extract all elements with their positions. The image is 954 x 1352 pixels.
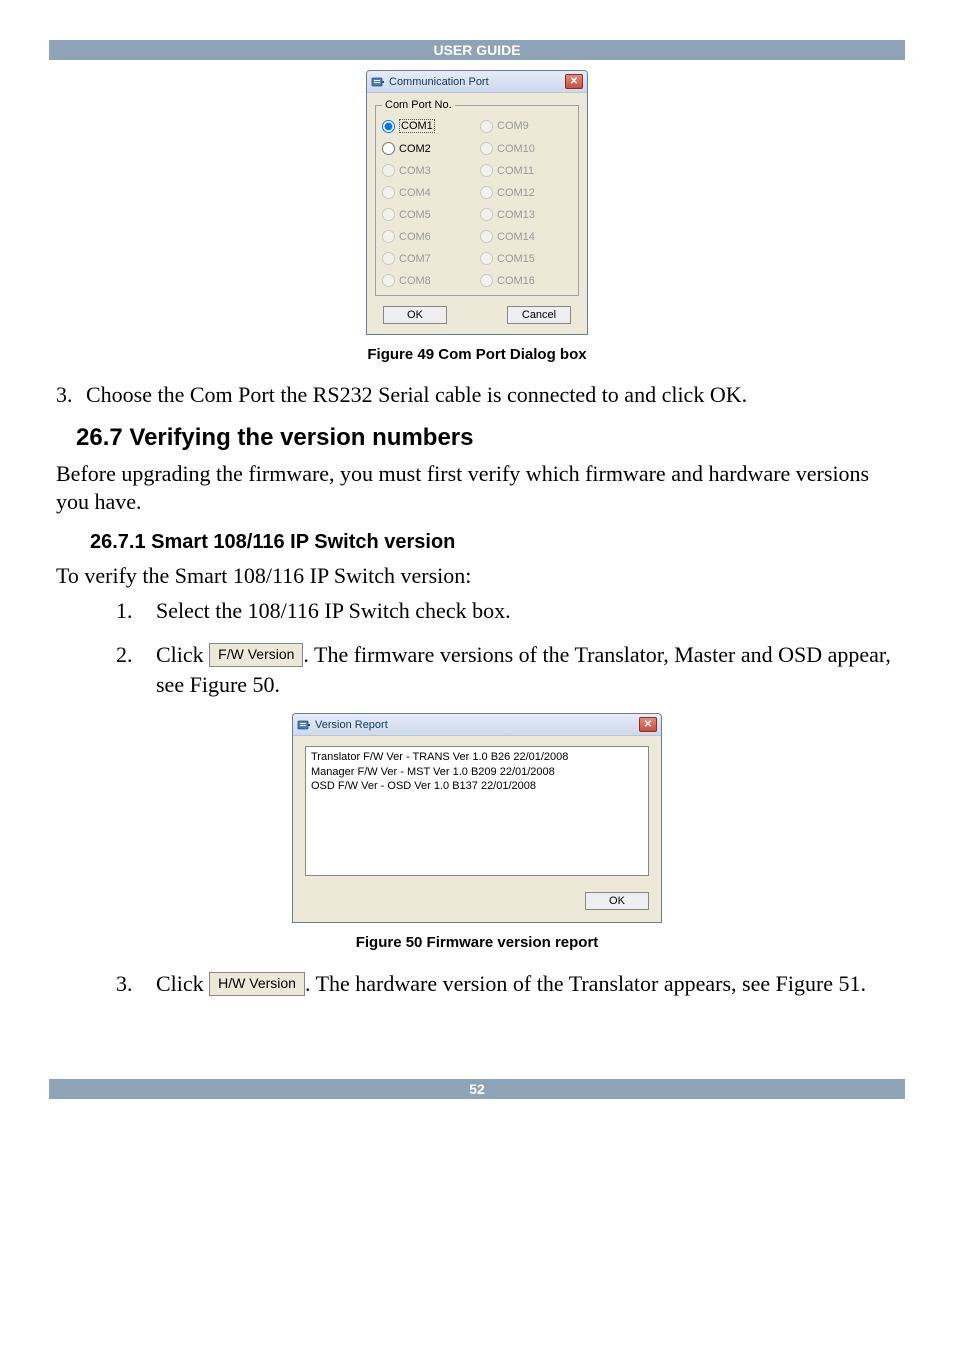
version-text-area: Translator F/W Ver - TRANS Ver 1.0 B26 2… <box>305 746 649 876</box>
comport-label: COM5 <box>399 209 431 221</box>
comport-radio-com13: COM13 <box>480 208 572 221</box>
text-fragment: Click <box>156 642 209 667</box>
comport-radio-input <box>382 252 395 265</box>
comport-label: COM11 <box>497 165 534 177</box>
comport-label: COM6 <box>399 231 431 243</box>
comport-radio-com6: COM6 <box>382 230 474 243</box>
comport-label: COM3 <box>399 165 431 177</box>
comport-radio-com2[interactable]: COM2 <box>382 142 474 155</box>
comport-label: COM8 <box>399 275 431 287</box>
page-header: USER GUIDE <box>49 40 905 60</box>
comport-radio-input[interactable] <box>382 120 395 133</box>
section-heading-26-7: 26.7 Verifying the version numbers <box>76 424 898 452</box>
comport-radio-com4: COM4 <box>382 186 474 199</box>
comport-radio-input[interactable] <box>382 142 395 155</box>
list-item-text: Click H/W Version. The hardware version … <box>156 969 866 999</box>
ok-button[interactable]: OK <box>383 306 447 324</box>
comport-radio-input <box>480 230 493 243</box>
figure-caption-49: Figure 49 Com Port Dialog box <box>56 346 898 363</box>
comport-label: COM2 <box>399 143 431 155</box>
comport-label: COM16 <box>497 275 535 287</box>
comport-radio-input <box>480 142 493 155</box>
dialog-title: Version Report <box>315 719 635 731</box>
comport-label: COM13 <box>497 209 535 221</box>
comport-label: COM1 <box>399 119 435 133</box>
comport-radio-com11: COM11 <box>480 164 572 177</box>
figure-caption-50: Figure 50 Firmware version report <box>56 934 898 951</box>
comport-radio-input <box>480 120 493 133</box>
comport-dialog: Communication Port ✕ Com Port No. COM1 CO… <box>366 70 588 335</box>
comport-radio-com9: COM9 <box>480 119 572 133</box>
comport-radio-com16: COM16 <box>480 274 572 287</box>
comport-radio-com7: COM7 <box>382 252 474 265</box>
comport-label: COM4 <box>399 187 431 199</box>
close-icon[interactable]: ✕ <box>639 717 657 732</box>
list-number: 3. <box>56 381 76 410</box>
comport-radio-com14: COM14 <box>480 230 572 243</box>
dialog-title: Communication Port <box>389 76 561 88</box>
comport-radio-com10: COM10 <box>480 142 572 155</box>
app-icon <box>297 718 311 732</box>
comport-radio-input <box>382 186 395 199</box>
list-number: 2. <box>116 640 138 670</box>
comport-radio-com3: COM3 <box>382 164 474 177</box>
text-fragment: Click <box>156 971 209 996</box>
comport-label: COM15 <box>497 253 535 265</box>
fw-version-button[interactable]: F/W Version <box>209 643 303 667</box>
comport-radio-com1[interactable]: COM1 <box>382 119 474 133</box>
list-item-text: Click F/W Version. The firmware versions… <box>156 640 898 699</box>
app-icon <box>371 75 385 89</box>
dialog-titlebar: Communication Port ✕ <box>367 71 587 93</box>
body-text: To verify the Smart 108/116 IP Switch ve… <box>56 562 898 591</box>
comport-radio-com8: COM8 <box>382 274 474 287</box>
version-report-dialog: Version Report ✕ Translator F/W Ver - TR… <box>292 713 662 923</box>
comport-label: COM12 <box>497 187 535 199</box>
page-footer: 52 <box>49 1079 905 1099</box>
cancel-button[interactable]: Cancel <box>507 306 571 324</box>
comport-radio-input <box>382 274 395 287</box>
comport-group: Com Port No. COM1 COM9 COM2 COM10 COM3 COM11 C… <box>375 99 579 296</box>
comport-radio-input <box>480 252 493 265</box>
comport-label: COM7 <box>399 253 431 265</box>
comport-label: COM14 <box>497 231 535 243</box>
list-number: 1. <box>116 596 138 626</box>
list-number: 3. <box>116 969 138 999</box>
comport-radio-input <box>382 164 395 177</box>
body-text: Choose the Com Port the RS232 Serial cab… <box>86 381 747 410</box>
comport-label: COM10 <box>497 143 535 155</box>
close-icon[interactable]: ✕ <box>565 74 583 89</box>
section-heading-26-7-1: 26.7.1 Smart 108/116 IP Switch version <box>90 531 898 554</box>
comport-radio-com15: COM15 <box>480 252 572 265</box>
text-fragment: . The hardware version of the Translator… <box>305 971 866 996</box>
comport-radio-input <box>382 230 395 243</box>
comport-radio-input <box>480 164 493 177</box>
comport-label: COM9 <box>497 120 529 132</box>
hw-version-button[interactable]: H/W Version <box>209 972 305 996</box>
comport-radio-com5: COM5 <box>382 208 474 221</box>
body-text: Before upgrading the firmware, you must … <box>56 460 898 517</box>
dialog-titlebar: Version Report ✕ <box>293 714 661 736</box>
list-item-text: Select the 108/116 IP Switch check box. <box>156 596 511 626</box>
comport-radio-input <box>480 274 493 287</box>
comport-radio-input <box>480 186 493 199</box>
comport-radio-com12: COM12 <box>480 186 572 199</box>
comport-group-label: Com Port No. <box>382 99 455 111</box>
comport-radio-input <box>480 208 493 221</box>
ok-button[interactable]: OK <box>585 892 649 910</box>
comport-radio-input <box>382 208 395 221</box>
